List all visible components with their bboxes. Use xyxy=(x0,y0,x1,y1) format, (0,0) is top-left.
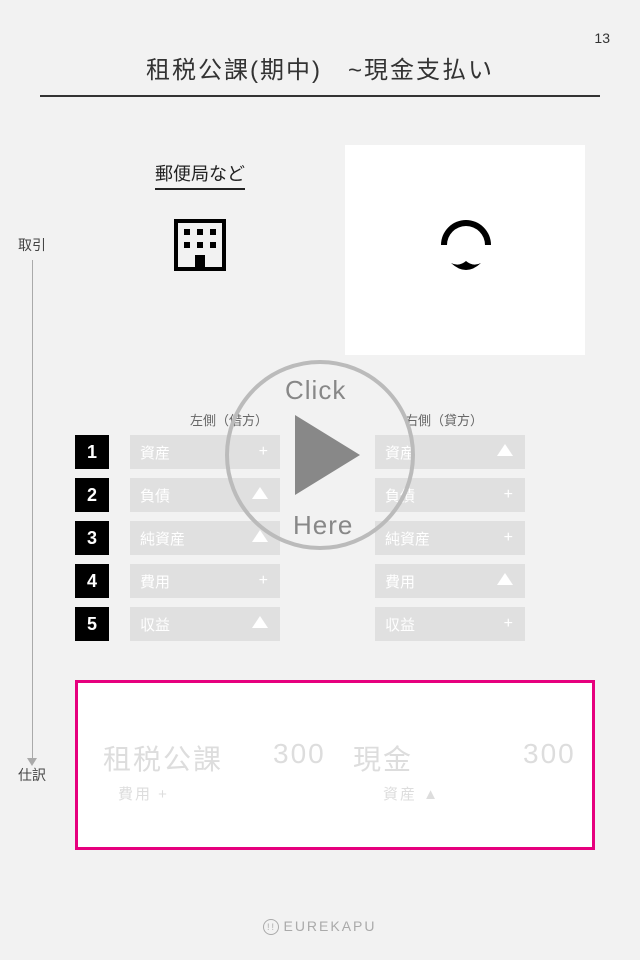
row-number: 4 xyxy=(75,564,109,598)
cell-credit: 費用 xyxy=(375,564,525,598)
row-number: 2 xyxy=(75,478,109,512)
row-number: 1 xyxy=(75,435,109,469)
play-icon xyxy=(295,415,360,495)
cell-label: 負債 xyxy=(140,485,170,506)
cell-label: 純資産 xyxy=(140,528,185,549)
shop-card xyxy=(345,145,585,355)
cell-debit: 費用 + xyxy=(130,564,280,598)
cell-label: 収益 xyxy=(140,614,170,635)
op-triangle-icon xyxy=(252,615,268,633)
overlay-click-label: Click xyxy=(285,375,346,406)
op-plus-icon: + xyxy=(504,486,513,504)
col-header-credit: 右側（貸方） xyxy=(405,410,483,429)
overlay-here-label: Here xyxy=(293,510,353,541)
cell-label: 費用 xyxy=(385,571,415,592)
op-plus-icon: + xyxy=(259,572,268,590)
journal-entry-box: 租税公課 300 現金 300 費用 + 資産 ▲ xyxy=(75,680,595,850)
cell-label: 費用 xyxy=(140,571,170,592)
footer-text: EUREKAPU xyxy=(283,918,376,934)
label-post-office: 郵便局など xyxy=(155,160,245,190)
table-row: 5 収益 収益 + xyxy=(75,607,595,643)
building-icon xyxy=(170,215,230,280)
journal-debit-account: 租税公課 xyxy=(103,738,223,778)
title-bar: 租税公課(期中) ~現金支払い xyxy=(40,50,600,97)
op-plus-icon: + xyxy=(504,615,513,633)
op-triangle-icon xyxy=(497,572,513,590)
cell-label: 資産 xyxy=(140,442,170,463)
row-number: 3 xyxy=(75,521,109,555)
row-number: 5 xyxy=(75,607,109,641)
journal-debit-sub: 費用 + xyxy=(118,783,169,804)
table-row: 4 費用 + 費用 xyxy=(75,564,595,600)
footer-logo: !!EUREKAPU xyxy=(0,918,640,935)
cell-label: 収益 xyxy=(385,614,415,635)
person-icon xyxy=(435,215,497,290)
flow-arrow-line xyxy=(32,260,33,760)
logo-mark-icon: !! xyxy=(263,919,279,935)
cell-credit: 収益 + xyxy=(375,607,525,641)
op-triangle-icon xyxy=(497,443,513,461)
page-number: 13 xyxy=(594,30,610,46)
journal-credit-amount: 300 xyxy=(523,738,576,770)
op-plus-icon: + xyxy=(504,529,513,547)
side-label-transaction: 取引 xyxy=(18,235,46,255)
page-title: 租税公課(期中) ~現金支払い xyxy=(40,50,600,85)
journal-credit-sub: 資産 ▲ xyxy=(383,783,440,804)
cell-debit: 収益 xyxy=(130,607,280,641)
cell-label: 純資産 xyxy=(385,528,430,549)
journal-debit-amount: 300 xyxy=(273,738,326,770)
journal-credit-account: 現金 xyxy=(353,738,413,778)
side-label-journal: 仕訳 xyxy=(18,765,46,785)
cell-credit: 純資産 + xyxy=(375,521,525,555)
